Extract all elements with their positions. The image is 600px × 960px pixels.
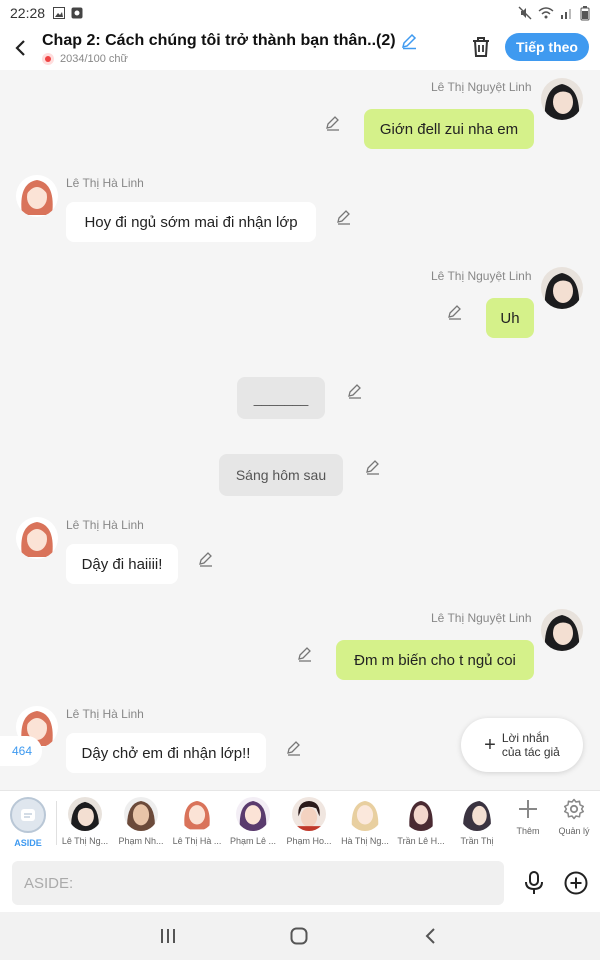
- character-label: ASIDE: [14, 838, 42, 848]
- character-label: Trần Thị: [460, 836, 494, 846]
- author-note-label-2: của tác giả: [501, 745, 560, 759]
- author-note-label-1: Lời nhắn: [501, 730, 550, 745]
- plus-icon: [519, 800, 537, 818]
- microphone-icon[interactable]: [522, 870, 546, 896]
- input-row: [0, 854, 600, 912]
- home-icon[interactable]: [289, 926, 309, 946]
- message-bubble[interactable]: Uh: [486, 298, 534, 338]
- character-item[interactable]: Lê Thị Ng...: [57, 791, 113, 846]
- aside-icon: [10, 797, 46, 833]
- wifi-icon: [538, 7, 554, 19]
- character-avatar: [404, 797, 438, 831]
- character-avatar: [124, 797, 158, 831]
- chat-area[interactable]: Lê Thị Nguyệt Linh Giớn đell zui nha em …: [0, 70, 600, 790]
- delete-button[interactable]: [468, 34, 494, 60]
- message-bubble[interactable]: Dậy đi haiiii!: [66, 544, 178, 584]
- character-avatar: [292, 797, 326, 831]
- status-bar: 22:28: [0, 0, 600, 26]
- edit-message-icon[interactable]: [335, 208, 353, 226]
- message-sender-name: Lê Thị Hà Linh: [66, 176, 144, 190]
- edit-message-icon[interactable]: [446, 303, 464, 321]
- gallery-icon: [53, 7, 66, 19]
- character-label: Trần Lê H...: [397, 836, 445, 846]
- message-bubble[interactable]: Hoy đi ngủ sớm mai đi nhận lớp: [66, 202, 316, 242]
- avatar-nguyet-linh[interactable]: [541, 609, 583, 651]
- title-area[interactable]: Chap 2: Cách chúng tôi trở thành bạn thâ…: [42, 32, 418, 65]
- edit-message-icon[interactable]: [324, 114, 342, 132]
- battery-icon: [580, 5, 590, 20]
- chapter-title: Chap 2: Cách chúng tôi trở thành bạn thâ…: [42, 31, 396, 49]
- character-bar: ASIDE Lê Thị Ng... Phạm Nh... Lê Thị Hà …: [0, 790, 600, 854]
- message-input[interactable]: [12, 861, 504, 905]
- character-item[interactable]: Phạm Lê ...: [225, 791, 281, 846]
- author-note-button[interactable]: + Lời nhắn của tác giả: [461, 718, 583, 772]
- character-item[interactable]: Lê Thị Hà ...: [169, 791, 225, 846]
- plus-icon: +: [484, 734, 496, 756]
- character-item[interactable]: Hà Thị Ng...: [337, 791, 393, 846]
- character-item[interactable]: Phạm Ho...: [281, 791, 337, 846]
- edit-message-icon[interactable]: [346, 382, 364, 400]
- character-item[interactable]: Trần Lê H...: [393, 791, 449, 846]
- character-avatar: [68, 797, 102, 831]
- character-avatar: [236, 797, 270, 831]
- next-button[interactable]: Tiếp theo: [505, 33, 589, 61]
- back-button[interactable]: [0, 26, 42, 70]
- edit-message-icon[interactable]: [285, 739, 303, 757]
- avatar-ha-linh[interactable]: [16, 517, 58, 559]
- avatar-ha-linh[interactable]: [16, 175, 58, 217]
- message-sender-name: Lê Thị Nguyệt Linh: [431, 269, 532, 283]
- message-sender-name: Lê Thị Hà Linh: [66, 707, 144, 721]
- character-label: Lê Thị Hà ...: [172, 836, 222, 846]
- character-label: Phạm Lê ...: [229, 836, 277, 846]
- message-bubble[interactable]: Giớn đell zui nha em: [364, 109, 534, 149]
- character-item[interactable]: Trần Thị: [449, 791, 505, 846]
- edit-message-icon[interactable]: [296, 645, 314, 663]
- manage-button[interactable]: Quản lý: [551, 791, 597, 836]
- message-bubble[interactable]: Dậy chở em đi nhận lớp!!: [66, 733, 266, 773]
- system-nav-bar: [0, 912, 600, 960]
- record-icon: [42, 52, 54, 65]
- message-sender-name: Lê Thị Nguyệt Linh: [431, 80, 532, 94]
- more-label: Thêm: [516, 826, 540, 836]
- edit-title-icon[interactable]: [400, 32, 418, 50]
- word-count: 2034/100 chữ: [60, 52, 128, 65]
- character-item[interactable]: Phạm Nh...: [113, 791, 169, 846]
- character-avatar: [348, 797, 382, 831]
- back-arrow-icon: [15, 40, 25, 56]
- message-count-badge[interactable]: 464: [0, 736, 42, 766]
- character-label: Phạm Ho...: [286, 836, 332, 846]
- mute-icon: [518, 6, 532, 20]
- narration-bubble[interactable]: _______: [237, 377, 325, 419]
- app-notification-icon: [71, 7, 83, 19]
- narration-bubble[interactable]: Sáng hôm sau: [219, 454, 343, 496]
- character-aside[interactable]: ASIDE: [0, 791, 56, 848]
- edit-message-icon[interactable]: [197, 550, 215, 568]
- character-label: Lê Thị Ng...: [61, 836, 109, 846]
- chapter-header: Chap 2: Cách chúng tôi trở thành bạn thâ…: [0, 26, 600, 70]
- message-sender-name: Lê Thị Hà Linh: [66, 518, 144, 532]
- recent-apps-icon[interactable]: [158, 926, 178, 946]
- status-time: 22:28: [10, 5, 46, 21]
- add-character-button[interactable]: Thêm: [505, 791, 551, 836]
- add-circle-icon[interactable]: [563, 870, 589, 896]
- message-sender-name: Lê Thị Nguyệt Linh: [431, 611, 532, 625]
- back-nav-icon[interactable]: [421, 926, 441, 946]
- character-avatar: [180, 797, 214, 831]
- manage-label: Quản lý: [558, 826, 590, 836]
- avatar-nguyet-linh[interactable]: [541, 78, 583, 120]
- edit-message-icon[interactable]: [364, 458, 382, 476]
- character-avatar: [460, 797, 494, 831]
- message-bubble[interactable]: Đm m biến cho t ngủ coi: [336, 640, 534, 680]
- gear-icon: [563, 798, 585, 820]
- character-label: Phạm Nh...: [118, 836, 164, 846]
- avatar-nguyet-linh[interactable]: [541, 267, 583, 309]
- trash-icon: [473, 37, 489, 57]
- signal-icon: [561, 9, 571, 19]
- character-label: Hà Thị Ng...: [341, 836, 389, 846]
